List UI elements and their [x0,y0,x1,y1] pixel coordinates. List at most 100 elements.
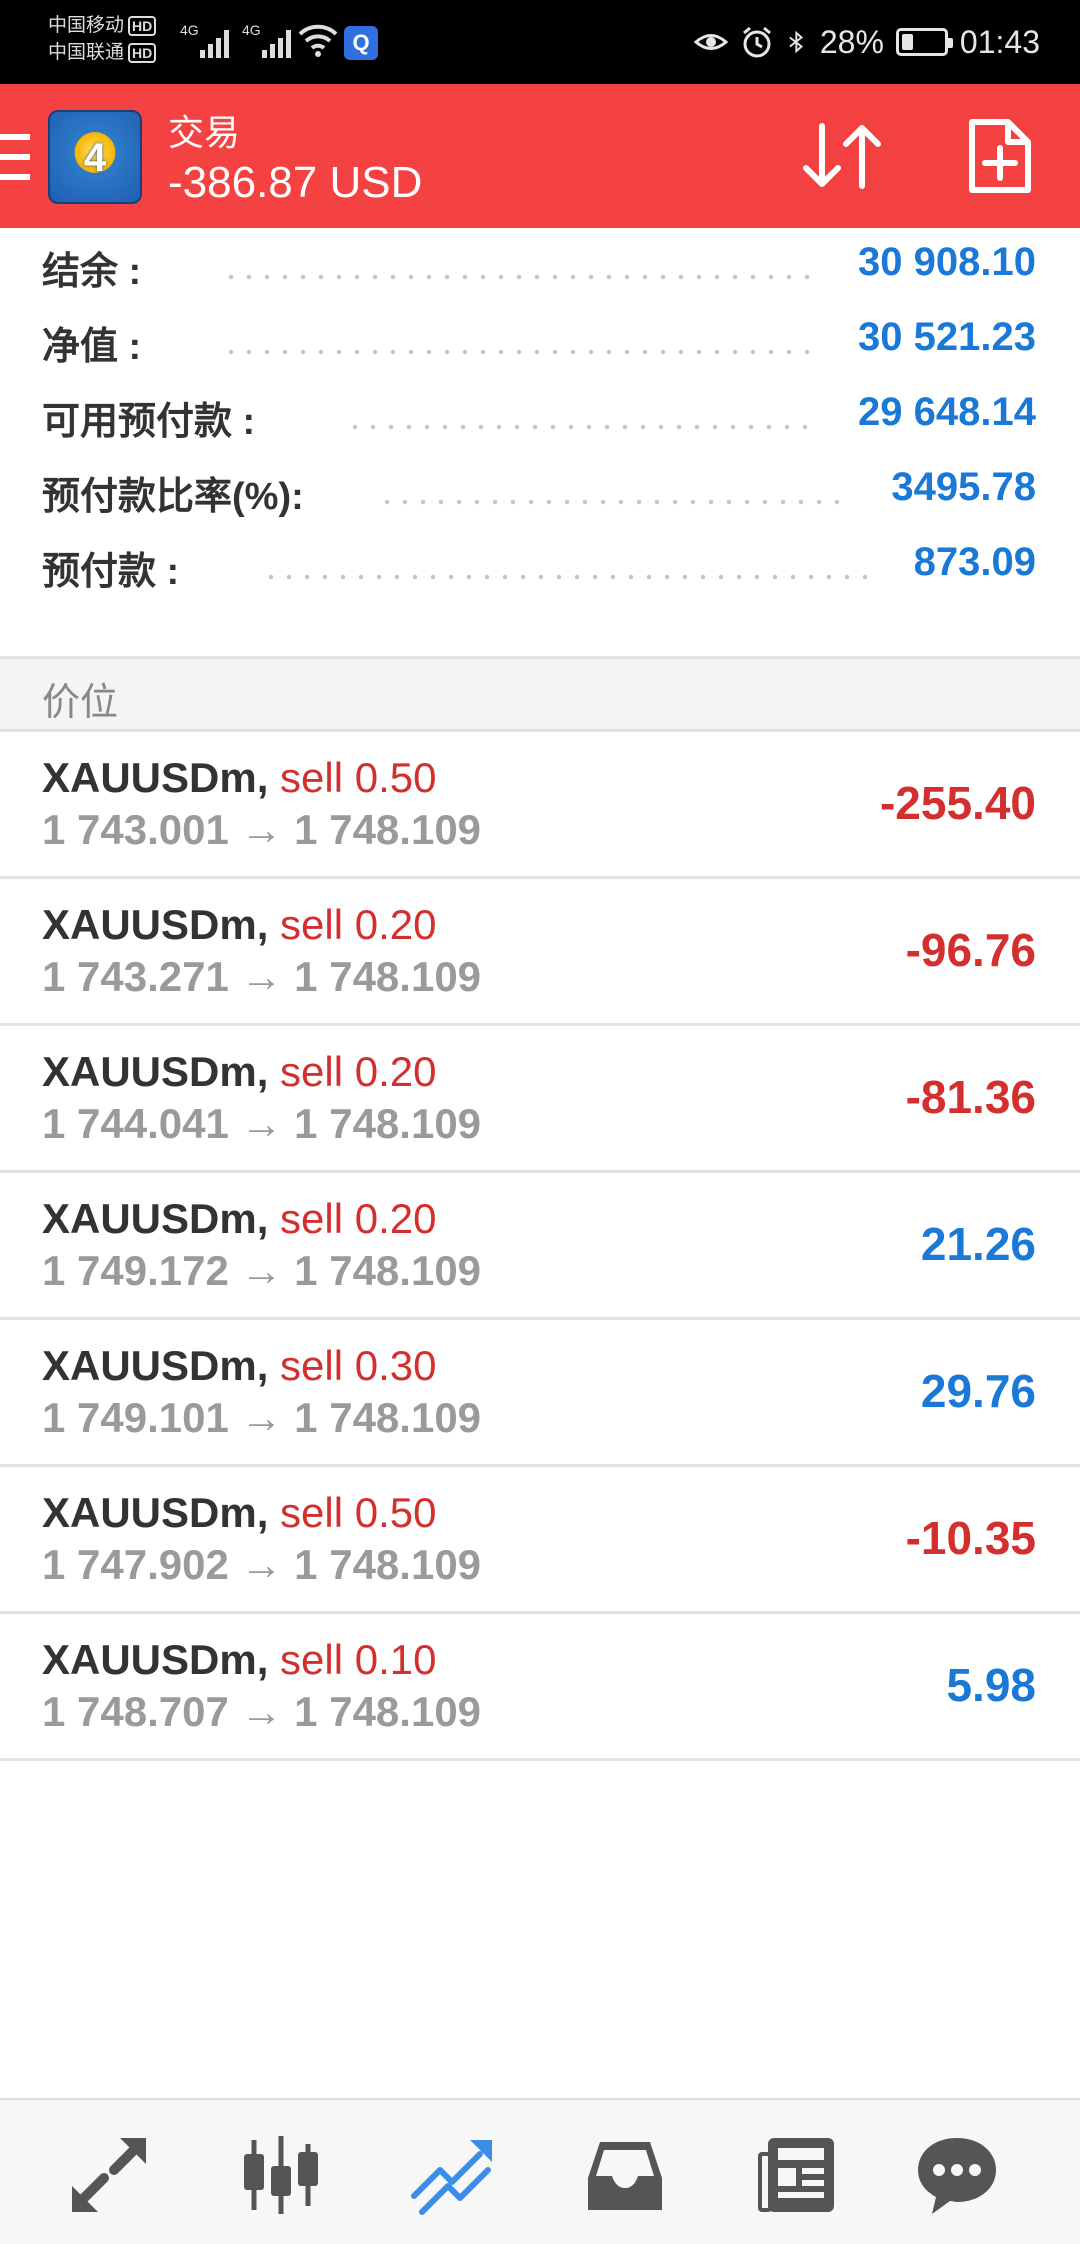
positions-section-header: 价位 [0,656,1080,732]
position-row[interactable]: XAUUSDm, sell 0.20 1 743.271 → 1 748.109… [0,879,1080,1026]
summary-row-equity: 净值 : 30 521.23 [0,305,1080,380]
position-title: XAUUSDm, sell 0.30 [42,1342,436,1390]
position-prices: 1 747.902 → 1 748.109 [42,1541,482,1588]
clock: 01:43 [959,23,1040,60]
signal-bars-1-icon [200,24,229,58]
position-row[interactable]: XAUUSDm, sell 0.20 1 749.172 → 1 748.109… [0,1173,1080,1320]
position-prices: 1 749.101 → 1 748.109 [42,1394,482,1441]
equity-value: 30 521.23 [858,315,1036,359]
summary-row-balance: 结余 : 30 908.10 [0,230,1080,305]
position-symbol: XAUUSDm, [42,1048,269,1095]
dot-leader [378,499,852,505]
equity-label: 净值 : [42,326,142,368]
position-side: sell 0.20 [280,1048,437,1095]
position-title: XAUUSDm, sell 0.10 [42,1636,436,1684]
position-symbol: XAUUSDm, [42,1636,269,1683]
bluetooth-icon [789,30,803,54]
network-type-1: 4G [180,22,199,38]
margin-level-value: 3495.78 [891,465,1036,509]
dot-leader [222,274,814,280]
position-row[interactable]: XAUUSDm, sell 0.10 1 748.707 → 1 748.109… [0,1614,1080,1761]
menu-icon[interactable] [0,134,30,180]
new-order-icon[interactable] [962,118,1038,194]
position-prices: 1 743.271 → 1 748.109 [42,953,482,1000]
position-profit: 29.76 [920,1365,1036,1417]
summary-row-free-margin: 可用预付款 : 29 648.14 [0,380,1080,455]
position-prices: 1 743.001 → 1 748.109 [42,806,482,853]
balance-label: 结余 : [42,251,142,293]
inbox-icon[interactable] [580,2130,670,2220]
positions-list: XAUUSDm, sell 0.50 1 743.001 → 1 748.109… [0,732,1080,1761]
logo-text: 4 [83,136,107,180]
floating-profit: -386.87 USD [168,158,423,207]
hd-badge-1: HD [128,16,157,36]
position-profit: -96.76 [905,924,1036,976]
alarm-icon [742,26,771,58]
position-row[interactable]: XAUUSDm, sell 0.20 1 744.041 → 1 748.109… [0,1026,1080,1173]
status-bar: 中国移动 HD 中国联通 HD 4G 4G Q 28% 01:43 [0,0,1080,84]
wifi-icon [298,24,338,57]
metatrader-logo: 4 [48,110,142,204]
position-profit: -10.35 [905,1512,1036,1564]
position-title: XAUUSDm, sell 0.20 [42,1048,436,1096]
free-margin-label: 可用预付款 : [42,401,256,443]
position-side: sell 0.50 [280,1489,437,1536]
battery-icon [895,28,953,56]
position-side: sell 0.20 [280,1195,437,1242]
position-side: sell 0.50 [280,754,437,801]
position-title: XAUUSDm, sell 0.50 [42,1489,436,1537]
eye-icon [693,34,728,50]
position-prices: 1 748.707 → 1 748.109 [42,1688,482,1735]
position-symbol: XAUUSDm, [42,754,269,801]
sort-arrows-icon[interactable] [800,118,884,194]
position-side: sell 0.30 [280,1342,437,1389]
position-title: XAUUSDm, sell 0.20 [42,901,436,949]
status-right: 28% 01:43 [693,0,1040,84]
screen: 中国移动 HD 中国联通 HD 4G 4G Q 28% 01:43 4 交易 -… [0,0,1080,2244]
position-profit: -81.36 [905,1071,1036,1123]
position-profit: 21.26 [920,1218,1036,1270]
account-summary: 结余 : 30 908.10 净值 : 30 521.23 可用预付款 : 29… [0,230,1080,605]
position-row[interactable]: XAUUSDm, sell 0.50 1 743.001 → 1 748.109… [0,732,1080,879]
margin-value: 873.09 [913,540,1036,584]
margin-level-label: 预付款比率(%): [42,476,304,518]
position-symbol: XAUUSDm, [42,1195,269,1242]
network-type-2: 4G [242,22,261,38]
position-profit: 5.98 [946,1659,1036,1711]
position-prices: 1 749.172 → 1 748.109 [42,1247,482,1294]
dot-leader [222,349,814,355]
quotes-arrows-icon[interactable] [64,2130,154,2220]
app-bar: 4 交易 -386.87 USD [0,84,1080,228]
carrier-2: 中国联通 [48,42,125,63]
notification-app-icon: Q [344,26,378,60]
news-icon[interactable] [752,2130,842,2220]
bottom-nav [0,2098,1080,2244]
position-side: sell 0.20 [280,901,437,948]
carrier-labels: 中国移动 HD 中国联通 HD [48,12,157,66]
position-symbol: XAUUSDm, [42,1342,269,1389]
margin-label: 预付款 : [42,551,180,593]
section-title: 价位 [42,682,119,724]
dot-leader [346,424,814,430]
chart-candles-icon[interactable] [236,2130,326,2220]
hd-badge-2: HD [128,43,157,63]
position-side: sell 0.10 [280,1636,437,1683]
page-title: 交易 [168,112,241,153]
free-margin-value: 29 648.14 [858,390,1036,434]
battery-percent: 28% [819,23,884,60]
summary-row-margin: 预付款 : 873.09 [0,530,1080,605]
position-row[interactable]: XAUUSDm, sell 0.30 1 749.101 → 1 748.109… [0,1320,1080,1467]
dot-leader [262,574,880,580]
position-profit: -255.40 [879,777,1036,829]
position-symbol: XAUUSDm, [42,901,269,948]
position-title: XAUUSDm, sell 0.50 [42,754,436,802]
position-prices: 1 744.041 → 1 748.109 [42,1100,482,1147]
position-symbol: XAUUSDm, [42,1489,269,1536]
chat-bubble-icon[interactable] [912,2130,1002,2220]
trade-trend-icon[interactable] [408,2130,498,2220]
balance-value: 30 908.10 [858,240,1036,284]
signal-bars-2-icon [262,24,291,58]
summary-row-margin-level: 预付款比率(%): 3495.78 [0,455,1080,530]
carrier-1: 中国移动 [48,15,125,36]
position-row[interactable]: XAUUSDm, sell 0.50 1 747.902 → 1 748.109… [0,1467,1080,1614]
